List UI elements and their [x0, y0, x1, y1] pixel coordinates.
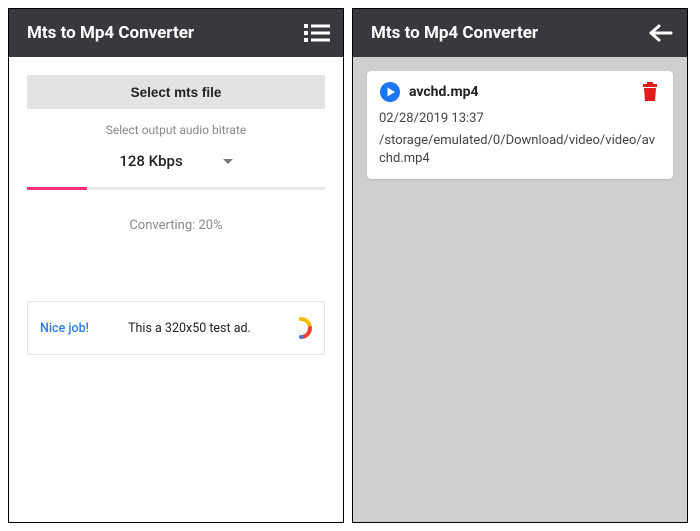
- main-content: Select mts file Select output audio bitr…: [9, 57, 343, 522]
- ad-text: This a 320x50 test ad.: [103, 321, 276, 336]
- converting-status: Converting: 20%: [27, 218, 325, 233]
- progress-fill: [27, 187, 87, 190]
- back-arrow-icon[interactable]: [647, 19, 675, 47]
- app-header: Mts to Mp4 Converter: [353, 9, 687, 57]
- header-title: Mts to Mp4 Converter: [371, 23, 647, 43]
- select-file-button[interactable]: Select mts file: [27, 75, 325, 109]
- file-path: /storage/emulated/0/Download/video/video…: [379, 132, 661, 167]
- app-header: Mts to Mp4 Converter: [9, 9, 343, 57]
- bitrate-value: 128 Kbps: [119, 152, 182, 170]
- bitrate-dropdown[interactable]: 128 Kbps: [27, 147, 325, 175]
- trash-icon[interactable]: [641, 81, 661, 103]
- phone-right: Mts to Mp4 Converter avchd.mp4: [352, 8, 688, 523]
- admob-logo-icon: [290, 317, 312, 339]
- ad-banner[interactable]: Nice job! This a 320x50 test ad.: [27, 301, 325, 355]
- file-header-row: avchd.mp4: [379, 81, 661, 103]
- header-title: Mts to Mp4 Converter: [27, 23, 303, 43]
- file-list: avchd.mp4 02/28/2019 13:37 /storage/emul…: [353, 57, 687, 522]
- file-name: avchd.mp4: [409, 84, 633, 100]
- file-date: 02/28/2019 13:37: [379, 111, 661, 126]
- chevron-down-icon: [223, 159, 233, 164]
- menu-list-icon[interactable]: [303, 19, 331, 47]
- progress-bar: [27, 187, 325, 190]
- file-item: avchd.mp4 02/28/2019 13:37 /storage/emul…: [367, 71, 673, 179]
- bitrate-label: Select output audio bitrate: [27, 123, 325, 137]
- play-icon[interactable]: [379, 81, 401, 103]
- ad-nice-label: Nice job!: [40, 321, 89, 336]
- phone-left: Mts to Mp4 Converter Select mts file Sel…: [8, 8, 344, 523]
